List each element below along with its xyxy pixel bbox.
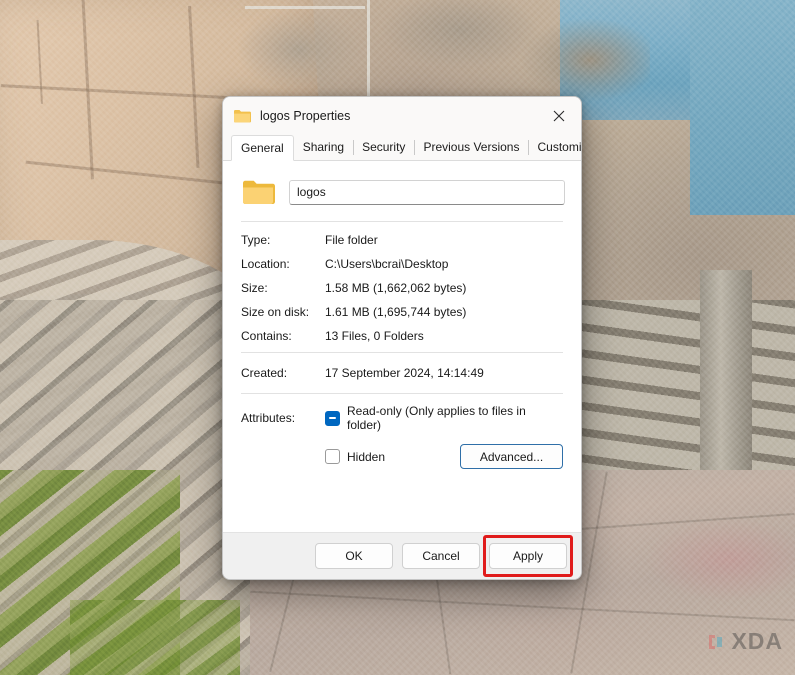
created-block: Created: 17 September 2024, 14:14:49 (239, 353, 565, 393)
info-label: Contains: (241, 329, 292, 343)
apply-button-wrapper: Apply (483, 535, 573, 577)
tab-sharing[interactable]: Sharing (294, 135, 353, 160)
info-row-size-on-disk: Size on disk: 1.61 MB (1,695,744 bytes) (241, 300, 563, 324)
dialog-titlebar: logos Properties (223, 97, 581, 135)
attribute-row-readonly: Attributes: Read-only (Only applies to f… (241, 404, 563, 432)
info-value: C:\Users\bcrai\Desktop (325, 257, 449, 271)
general-tab-panel: Type: File folder Location: C:\Users\bcr… (223, 161, 581, 532)
apply-button[interactable]: Apply (489, 543, 567, 569)
dialog-footer: OK Cancel Apply (223, 532, 581, 579)
info-row-location: Location: C:\Users\bcrai\Desktop (241, 252, 563, 276)
desktop-background: XDA logos Properties General Sharing Sec… (0, 0, 795, 675)
wallpaper-grass-lower (70, 600, 240, 675)
tab-security[interactable]: Security (353, 135, 414, 160)
info-value: 1.61 MB (1,695,744 bytes) (325, 305, 467, 319)
wallpaper-sea-right (690, 0, 795, 215)
attributes-block: Attributes: Read-only (Only applies to f… (239, 394, 565, 469)
wallpaper-sea (560, 0, 795, 120)
wallpaper-stone-pillar (700, 270, 752, 490)
info-label: Size: (241, 281, 268, 295)
attribute-row-hidden: Hidden Advanced... (241, 444, 563, 469)
wallpaper-stone-steps (560, 300, 795, 530)
info-label: Location: (241, 257, 290, 271)
cancel-button[interactable]: Cancel (402, 543, 480, 569)
attributes-label: Attributes: (241, 411, 296, 425)
info-label: Size on disk: (241, 305, 310, 319)
file-info-list: Type: File folder Location: C:\Users\bcr… (239, 222, 565, 352)
advanced-button[interactable]: Advanced... (460, 444, 563, 469)
info-row-created: Created: 17 September 2024, 14:14:49 (241, 361, 563, 385)
dialog-title: logos Properties (260, 109, 351, 123)
folder-name-input[interactable] (289, 179, 565, 205)
readonly-label: Read-only (Only applies to files in fold… (347, 404, 526, 432)
hidden-checkbox[interactable] (325, 449, 340, 464)
xda-watermark-text: XDA (731, 628, 783, 654)
wallpaper-pole (367, 0, 370, 110)
info-row-contains: Contains: 13 Files, 0 Folders (241, 324, 563, 348)
info-value: 17 September 2024, 14:14:49 (325, 366, 484, 380)
properties-dialog: logos Properties General Sharing Securit… (222, 96, 582, 580)
info-value: 1.58 MB (1,662,062 bytes) (325, 281, 467, 295)
hidden-label: Hidden (347, 449, 386, 464)
tab-customise[interactable]: Customise (528, 135, 581, 160)
folder-icon (234, 110, 251, 123)
wallpaper-grass-left (0, 470, 180, 675)
info-value: File folder (325, 233, 378, 247)
readonly-checkbox[interactable] (325, 410, 340, 426)
folder-icon (243, 180, 275, 204)
xda-watermark: XDA (706, 630, 783, 653)
info-value: 13 Files, 0 Folders (325, 329, 424, 343)
info-label: Created: (241, 366, 288, 380)
folder-name-row (239, 173, 565, 221)
tab-strip: General Sharing Security Previous Versio… (223, 135, 581, 161)
tab-general[interactable]: General (231, 135, 294, 161)
close-icon (553, 110, 564, 122)
ok-button[interactable]: OK (315, 543, 393, 569)
info-label: Type: (241, 233, 271, 247)
close-button[interactable] (536, 97, 581, 135)
info-row-size: Size: 1.58 MB (1,662,062 bytes) (241, 276, 563, 300)
info-row-type: Type: File folder (241, 228, 563, 252)
wallpaper-railing (245, 6, 365, 9)
xda-logo-icon (709, 634, 723, 649)
tab-previous-versions[interactable]: Previous Versions (414, 135, 528, 160)
